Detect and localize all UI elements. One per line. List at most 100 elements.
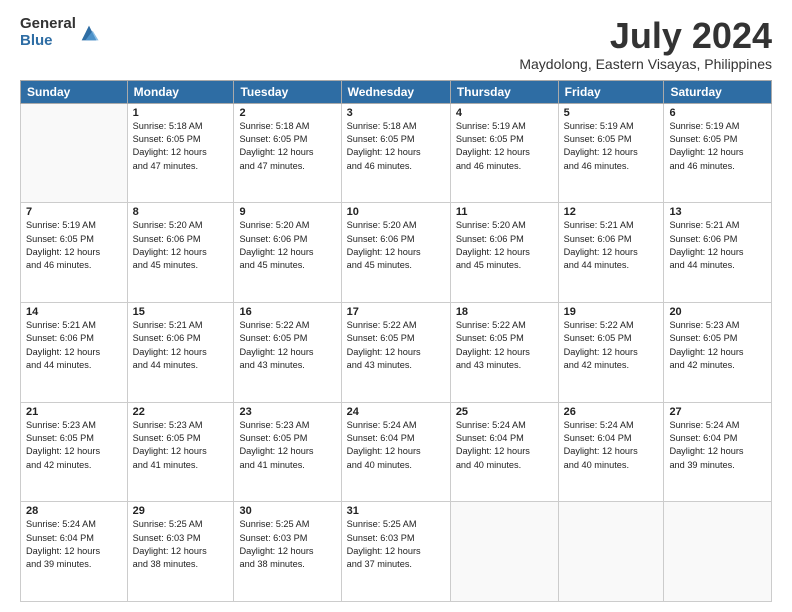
calendar-cell: 18Sunrise: 5:22 AM Sunset: 6:05 PM Dayli…	[450, 302, 558, 402]
day-info: Sunrise: 5:24 AM Sunset: 6:04 PM Dayligh…	[26, 518, 122, 571]
logo-icon	[78, 22, 100, 44]
day-number: 15	[133, 306, 229, 318]
day-info: Sunrise: 5:24 AM Sunset: 6:04 PM Dayligh…	[669, 419, 766, 472]
calendar-cell: 10Sunrise: 5:20 AM Sunset: 6:06 PM Dayli…	[341, 203, 450, 303]
calendar-cell: 20Sunrise: 5:23 AM Sunset: 6:05 PM Dayli…	[664, 302, 772, 402]
day-info: Sunrise: 5:18 AM Sunset: 6:05 PM Dayligh…	[347, 120, 445, 173]
day-info: Sunrise: 5:19 AM Sunset: 6:05 PM Dayligh…	[26, 219, 122, 272]
day-number: 2	[239, 107, 335, 119]
day-info: Sunrise: 5:22 AM Sunset: 6:05 PM Dayligh…	[564, 319, 659, 372]
day-info: Sunrise: 5:21 AM Sunset: 6:06 PM Dayligh…	[26, 319, 122, 372]
day-info: Sunrise: 5:18 AM Sunset: 6:05 PM Dayligh…	[239, 120, 335, 173]
day-info: Sunrise: 5:19 AM Sunset: 6:05 PM Dayligh…	[564, 120, 659, 173]
calendar-cell	[21, 103, 128, 203]
logo: General Blue	[20, 16, 100, 49]
logo-general: General	[20, 16, 76, 33]
day-info: Sunrise: 5:21 AM Sunset: 6:06 PM Dayligh…	[564, 219, 659, 272]
main-title: July 2024	[519, 16, 772, 56]
day-number: 6	[669, 107, 766, 119]
day-info: Sunrise: 5:19 AM Sunset: 6:05 PM Dayligh…	[669, 120, 766, 173]
day-number: 27	[669, 406, 766, 418]
calendar-cell: 29Sunrise: 5:25 AM Sunset: 6:03 PM Dayli…	[127, 502, 234, 602]
day-number: 24	[347, 406, 445, 418]
calendar-week-row: 21Sunrise: 5:23 AM Sunset: 6:05 PM Dayli…	[21, 402, 772, 502]
calendar-cell: 17Sunrise: 5:22 AM Sunset: 6:05 PM Dayli…	[341, 302, 450, 402]
calendar-cell: 2Sunrise: 5:18 AM Sunset: 6:05 PM Daylig…	[234, 103, 341, 203]
calendar-week-row: 1Sunrise: 5:18 AM Sunset: 6:05 PM Daylig…	[21, 103, 772, 203]
page: General Blue July 2024 Maydolong, Easter…	[0, 0, 792, 612]
calendar-cell: 24Sunrise: 5:24 AM Sunset: 6:04 PM Dayli…	[341, 402, 450, 502]
day-number: 14	[26, 306, 122, 318]
day-info: Sunrise: 5:22 AM Sunset: 6:05 PM Dayligh…	[347, 319, 445, 372]
day-number: 1	[133, 107, 229, 119]
calendar-day-header: Tuesday	[234, 80, 341, 103]
day-info: Sunrise: 5:19 AM Sunset: 6:05 PM Dayligh…	[456, 120, 553, 173]
calendar-cell	[664, 502, 772, 602]
subtitle: Maydolong, Eastern Visayas, Philippines	[519, 56, 772, 72]
day-number: 8	[133, 206, 229, 218]
calendar-cell: 15Sunrise: 5:21 AM Sunset: 6:06 PM Dayli…	[127, 302, 234, 402]
calendar-cell: 25Sunrise: 5:24 AM Sunset: 6:04 PM Dayli…	[450, 402, 558, 502]
calendar-cell: 3Sunrise: 5:18 AM Sunset: 6:05 PM Daylig…	[341, 103, 450, 203]
day-info: Sunrise: 5:20 AM Sunset: 6:06 PM Dayligh…	[456, 219, 553, 272]
day-number: 3	[347, 107, 445, 119]
calendar-cell: 14Sunrise: 5:21 AM Sunset: 6:06 PM Dayli…	[21, 302, 128, 402]
day-number: 10	[347, 206, 445, 218]
calendar-cell	[558, 502, 664, 602]
day-info: Sunrise: 5:24 AM Sunset: 6:04 PM Dayligh…	[347, 419, 445, 472]
day-number: 16	[239, 306, 335, 318]
day-info: Sunrise: 5:20 AM Sunset: 6:06 PM Dayligh…	[133, 219, 229, 272]
calendar-cell: 28Sunrise: 5:24 AM Sunset: 6:04 PM Dayli…	[21, 502, 128, 602]
day-number: 4	[456, 107, 553, 119]
day-number: 17	[347, 306, 445, 318]
calendar-cell: 21Sunrise: 5:23 AM Sunset: 6:05 PM Dayli…	[21, 402, 128, 502]
day-info: Sunrise: 5:23 AM Sunset: 6:05 PM Dayligh…	[133, 419, 229, 472]
day-info: Sunrise: 5:24 AM Sunset: 6:04 PM Dayligh…	[564, 419, 659, 472]
calendar-week-row: 28Sunrise: 5:24 AM Sunset: 6:04 PM Dayli…	[21, 502, 772, 602]
calendar-header-row: SundayMondayTuesdayWednesdayThursdayFrid…	[21, 80, 772, 103]
day-number: 11	[456, 206, 553, 218]
day-number: 18	[456, 306, 553, 318]
day-info: Sunrise: 5:20 AM Sunset: 6:06 PM Dayligh…	[239, 219, 335, 272]
calendar-day-header: Wednesday	[341, 80, 450, 103]
day-info: Sunrise: 5:23 AM Sunset: 6:05 PM Dayligh…	[26, 419, 122, 472]
calendar-cell: 9Sunrise: 5:20 AM Sunset: 6:06 PM Daylig…	[234, 203, 341, 303]
day-info: Sunrise: 5:23 AM Sunset: 6:05 PM Dayligh…	[669, 319, 766, 372]
day-number: 13	[669, 206, 766, 218]
header: General Blue July 2024 Maydolong, Easter…	[20, 16, 772, 72]
day-number: 30	[239, 505, 335, 517]
calendar-cell: 26Sunrise: 5:24 AM Sunset: 6:04 PM Dayli…	[558, 402, 664, 502]
day-info: Sunrise: 5:23 AM Sunset: 6:05 PM Dayligh…	[239, 419, 335, 472]
logo-text: General Blue	[20, 16, 76, 49]
calendar-day-header: Thursday	[450, 80, 558, 103]
calendar-cell: 23Sunrise: 5:23 AM Sunset: 6:05 PM Dayli…	[234, 402, 341, 502]
calendar-week-row: 14Sunrise: 5:21 AM Sunset: 6:06 PM Dayli…	[21, 302, 772, 402]
day-number: 12	[564, 206, 659, 218]
logo-blue: Blue	[20, 33, 76, 50]
day-info: Sunrise: 5:25 AM Sunset: 6:03 PM Dayligh…	[133, 518, 229, 571]
calendar-cell: 1Sunrise: 5:18 AM Sunset: 6:05 PM Daylig…	[127, 103, 234, 203]
day-info: Sunrise: 5:18 AM Sunset: 6:05 PM Dayligh…	[133, 120, 229, 173]
day-info: Sunrise: 5:21 AM Sunset: 6:06 PM Dayligh…	[669, 219, 766, 272]
day-info: Sunrise: 5:25 AM Sunset: 6:03 PM Dayligh…	[239, 518, 335, 571]
day-number: 29	[133, 505, 229, 517]
day-info: Sunrise: 5:25 AM Sunset: 6:03 PM Dayligh…	[347, 518, 445, 571]
calendar-cell: 19Sunrise: 5:22 AM Sunset: 6:05 PM Dayli…	[558, 302, 664, 402]
day-number: 7	[26, 206, 122, 218]
calendar-cell: 6Sunrise: 5:19 AM Sunset: 6:05 PM Daylig…	[664, 103, 772, 203]
day-info: Sunrise: 5:21 AM Sunset: 6:06 PM Dayligh…	[133, 319, 229, 372]
calendar-cell: 27Sunrise: 5:24 AM Sunset: 6:04 PM Dayli…	[664, 402, 772, 502]
calendar-day-header: Sunday	[21, 80, 128, 103]
calendar-cell: 22Sunrise: 5:23 AM Sunset: 6:05 PM Dayli…	[127, 402, 234, 502]
calendar-cell: 11Sunrise: 5:20 AM Sunset: 6:06 PM Dayli…	[450, 203, 558, 303]
calendar-cell: 5Sunrise: 5:19 AM Sunset: 6:05 PM Daylig…	[558, 103, 664, 203]
day-number: 25	[456, 406, 553, 418]
calendar-cell: 30Sunrise: 5:25 AM Sunset: 6:03 PM Dayli…	[234, 502, 341, 602]
calendar-day-header: Monday	[127, 80, 234, 103]
calendar-cell: 13Sunrise: 5:21 AM Sunset: 6:06 PM Dayli…	[664, 203, 772, 303]
calendar-day-header: Saturday	[664, 80, 772, 103]
calendar-cell: 31Sunrise: 5:25 AM Sunset: 6:03 PM Dayli…	[341, 502, 450, 602]
day-number: 28	[26, 505, 122, 517]
calendar-cell	[450, 502, 558, 602]
day-number: 31	[347, 505, 445, 517]
